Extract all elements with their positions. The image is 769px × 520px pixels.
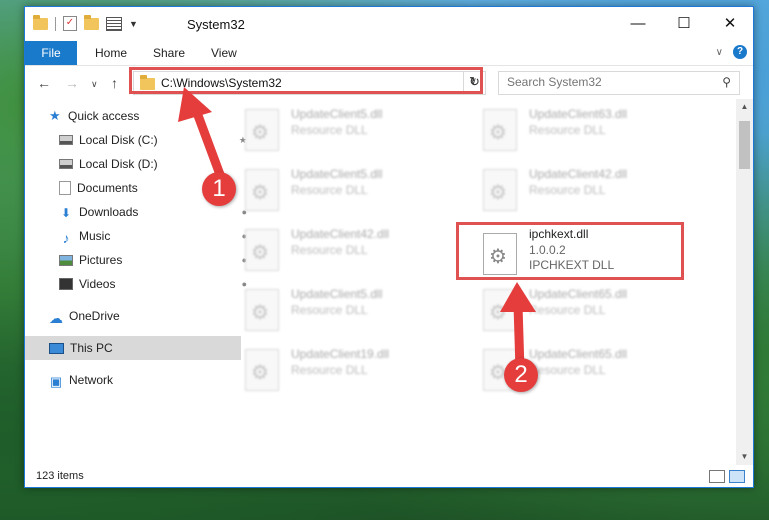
annotation-arrows bbox=[178, 87, 536, 375]
step-badge-2: 2 bbox=[504, 358, 538, 392]
arrow-1-head bbox=[178, 87, 212, 122]
arrow-2-head bbox=[500, 282, 536, 312]
step-badge-1: 1 bbox=[202, 172, 236, 206]
